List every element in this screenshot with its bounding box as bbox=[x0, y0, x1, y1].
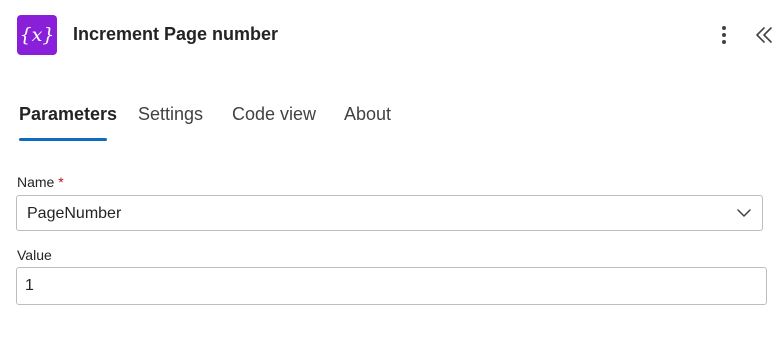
chevron-down-icon bbox=[737, 209, 751, 217]
collapse-panel-button[interactable] bbox=[752, 22, 776, 48]
tab-list: Parameters Settings Code view About bbox=[0, 100, 783, 144]
tab-settings[interactable]: Settings bbox=[138, 104, 203, 125]
more-dot-icon bbox=[722, 40, 726, 44]
action-title[interactable]: Increment Page number bbox=[73, 24, 278, 45]
required-marker: * bbox=[58, 174, 64, 190]
name-dropdown-value: PageNumber bbox=[27, 205, 122, 222]
tab-about[interactable]: About bbox=[344, 104, 391, 125]
variable-icon-glyph: {x} bbox=[19, 24, 55, 46]
tab-parameters[interactable]: Parameters bbox=[19, 104, 117, 125]
more-options-button[interactable] bbox=[712, 22, 736, 48]
double-chevron-left-icon bbox=[756, 27, 772, 43]
panel-header: {x} Increment Page number bbox=[0, 0, 783, 72]
name-dropdown[interactable]: PageNumber bbox=[16, 195, 763, 231]
action-details-panel: {x} Increment Page number Parameters Set… bbox=[0, 0, 783, 353]
tab-code-view[interactable]: Code view bbox=[232, 104, 316, 125]
name-label-text: Name bbox=[17, 174, 55, 190]
name-field-label: Name * bbox=[17, 174, 64, 190]
more-dot-icon bbox=[722, 26, 726, 30]
value-input[interactable] bbox=[16, 267, 767, 305]
value-field-label: Value bbox=[17, 247, 52, 263]
more-dot-icon bbox=[722, 33, 726, 37]
variable-icon: {x} bbox=[17, 15, 57, 55]
active-tab-indicator bbox=[19, 138, 107, 141]
